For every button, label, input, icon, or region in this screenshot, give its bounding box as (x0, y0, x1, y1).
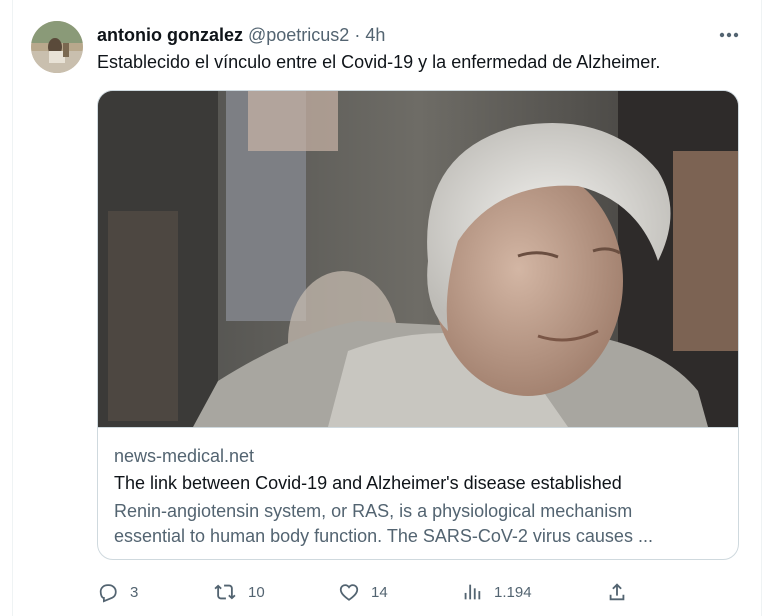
like-button[interactable]: 14 (338, 578, 388, 606)
header-separator: · (354, 24, 361, 45)
author-handle[interactable]: @poetricus2 (248, 25, 349, 46)
like-count: 14 (371, 583, 388, 601)
card-description: Renin-angiotensin system, or RAS, is a p… (114, 499, 714, 549)
repost-button[interactable]: 10 (213, 578, 265, 606)
views-button[interactable]: 1.194 (461, 578, 532, 606)
more-options-button[interactable] (716, 25, 742, 45)
link-preview-card[interactable]: news-medical.net The link between Covid-… (97, 90, 739, 560)
more-horizontal-icon (719, 32, 739, 38)
card-description-line: Renin-angiotensin system, or RAS, is a p… (114, 501, 633, 521)
avatar-image (31, 21, 83, 73)
card-domain: news-medical.net (114, 446, 255, 466)
reply-icon (99, 584, 117, 603)
card-description-line: essential to human body function. The SA… (114, 526, 653, 546)
views-chart-icon (464, 584, 481, 600)
tweet-text: Establecido el vínculo entre el Covid-19… (97, 52, 661, 72)
tweet-actions: 3 10 14 1.194 (97, 578, 637, 606)
author-avatar[interactable] (31, 21, 83, 73)
repost-count: 10 (248, 583, 265, 601)
author-name[interactable]: antonio gonzalez (97, 25, 243, 46)
card-image (98, 91, 738, 428)
tweet-header: antonio gonzalez @poetricus2 · 4h (97, 22, 385, 48)
tweet-timestamp[interactable]: 4h (365, 25, 385, 46)
repost-icon (214, 584, 236, 600)
share-icon (609, 583, 625, 601)
card-title: The link between Covid-19 and Alzheimer'… (114, 473, 622, 493)
reply-count: 3 (130, 583, 139, 601)
views-count: 1.194 (494, 583, 532, 601)
heart-icon (339, 584, 359, 601)
reply-button[interactable]: 3 (97, 578, 138, 606)
share-button[interactable] (606, 578, 628, 606)
